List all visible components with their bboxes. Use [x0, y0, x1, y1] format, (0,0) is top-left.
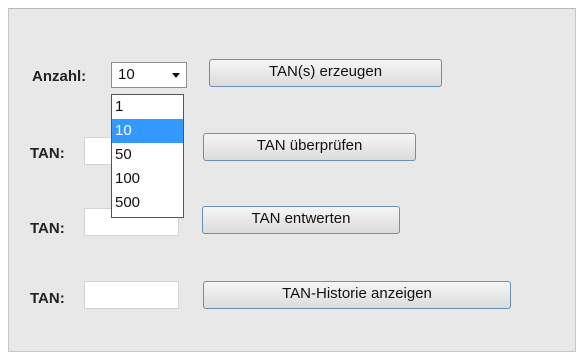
anzahl-label: Anzahl:	[32, 68, 87, 85]
tan-input-3[interactable]	[84, 281, 179, 309]
tan-ueberpruefen-button[interactable]: TAN überprüfen	[203, 133, 416, 161]
tan-erzeugen-button[interactable]: TAN(s) erzeugen	[209, 59, 442, 87]
dropdown-option[interactable]: 500	[112, 191, 183, 215]
dropdown-option[interactable]: 100	[112, 167, 183, 191]
anzahl-select-value: 10	[118, 66, 135, 83]
tan-label-2: TAN:	[30, 220, 65, 237]
tan-historie-button[interactable]: TAN-Historie anzeigen	[203, 281, 511, 309]
dropdown-option[interactable]: 1	[112, 95, 183, 119]
chevron-down-icon[interactable]	[172, 73, 180, 78]
tan-label-1: TAN:	[30, 145, 65, 162]
tan-label-3: TAN:	[30, 290, 65, 307]
anzahl-select[interactable]: 10	[111, 62, 187, 88]
dropdown-option[interactable]: 50	[112, 143, 183, 167]
anzahl-dropdown-list: 1 10 50 100 500	[111, 94, 184, 218]
tan-entwerten-button[interactable]: TAN entwerten	[202, 206, 400, 234]
dropdown-option-selected[interactable]: 10	[112, 119, 183, 143]
